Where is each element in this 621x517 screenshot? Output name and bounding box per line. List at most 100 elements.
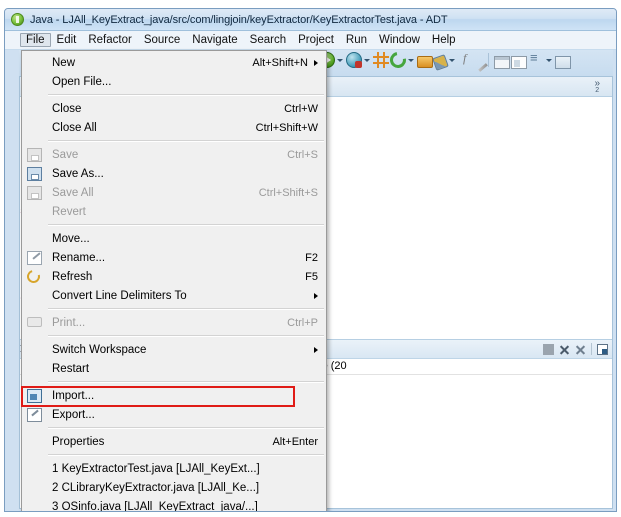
menu-item-label: Convert Line Delimiters To [52,289,187,302]
menu-item-shortcut: Ctrl+W [284,102,318,115]
search-dropdown-arrow-icon[interactable] [448,52,457,68]
menubar-item-search[interactable]: Search [244,33,292,47]
application-window: Java - LJAll_KeyExtract_java/src/com/lin… [4,8,617,512]
menubar-item-navigate[interactable]: Navigate [186,33,243,47]
skip-breakpoints-icon[interactable] [528,50,544,68]
rename-icon [27,251,42,265]
next-annotation-icon[interactable] [478,62,488,72]
menu-item-refresh[interactable]: Refresh F5 [22,267,326,286]
menu-item-save-as[interactable]: Save As... [22,164,326,183]
menubar-item-file[interactable]: File [20,33,51,47]
menubar-item-refactor[interactable]: Refactor [82,33,137,47]
export-icon [27,408,42,422]
menubar-item-source[interactable]: Source [138,33,186,47]
menu-item-save-all: Save All Ctrl+Shift+S [22,183,326,202]
menu-item-label: Save All [52,186,94,199]
menu-item-label: Import... [52,389,95,402]
perspective-dropdown-arrow-icon[interactable] [545,52,554,68]
menu-item-shortcut: F5 [305,270,318,283]
menu-item-open-file[interactable]: Open File... [22,72,326,91]
menu-item-shortcut: Ctrl+Shift+S [258,186,318,199]
previous-annotation-icon[interactable] [458,51,474,68]
external-tools-dropdown-arrow-icon[interactable] [407,52,416,68]
open-console-icon[interactable] [597,343,608,355]
menu-item-import[interactable]: Import... [22,386,326,405]
menu-item-recent-file-2[interactable]: 2 CLibraryKeyExtractor.java [LJAll_Ke...… [22,478,326,497]
menu-separator [48,308,324,310]
menu-item-revert: Revert [22,202,326,221]
search-icon[interactable] [432,53,449,71]
menu-item-label: Restart [52,362,90,375]
menu-item-label: Properties [52,435,105,448]
toolbar-icon-group [319,48,571,72]
editor-tab-overflow-button[interactable]: » 2 [594,77,600,94]
menu-item-shortcut: Ctrl+Shift+W [255,121,318,134]
chevron-double-right-icon: » [594,77,600,89]
window-title: Java - LJAll_KeyExtract_java/src/com/lin… [30,13,448,26]
menubar-item-run[interactable]: Run [340,33,373,47]
submenu-arrow-icon [314,59,318,66]
menubar-item-project[interactable]: Project [292,33,340,47]
menu-item-shortcut: F2 [305,251,318,264]
menu-item-label: Close All [52,121,97,134]
open-type-icon[interactable] [373,52,389,68]
menu-separator [48,381,324,383]
menu-item-switch-workspace[interactable]: Switch Workspace [22,340,326,359]
editor-tab-overflow-count: 2 [595,86,600,94]
remove-all-terminated-icon[interactable] [575,344,586,355]
menu-item-label: 3 OSinfo.java [LJAll_KeyExtract_java/...… [52,500,258,512]
console-toolbar-separator [591,343,592,355]
debug-icon[interactable] [346,52,362,68]
external-tools-icon[interactable] [386,48,410,72]
menu-item-close[interactable]: Close Ctrl+W [22,99,326,118]
toggle-mark-occurrences-icon[interactable] [494,55,510,69]
menubar-item-window[interactable]: Window [373,33,426,47]
menu-item-shortcut: Ctrl+P [287,316,318,329]
menu-item-shortcut: Alt+Enter [272,435,318,448]
menu-item-label: Revert [52,205,86,218]
menu-item-restart[interactable]: Restart [22,359,326,378]
run-dropdown-arrow-icon[interactable] [336,52,345,68]
menu-item-label: New [52,56,76,69]
menu-item-close-all[interactable]: Close All Ctrl+Shift+W [22,118,326,137]
submenu-arrow-icon [314,346,318,353]
submenu-arrow-icon [314,292,318,299]
remove-launch-icon[interactable] [559,344,570,355]
menu-item-label: Switch Workspace [52,343,147,356]
menu-item-save: Save Ctrl+S [22,145,326,164]
menubar-item-edit[interactable]: Edit [51,33,83,47]
show-whitespace-icon[interactable] [511,55,527,69]
menu-item-properties[interactable]: Properties Alt+Enter [22,432,326,451]
menu-item-export[interactable]: Export... [22,405,326,424]
open-perspective-icon[interactable] [555,55,571,69]
save-icon [27,148,42,162]
menu-item-recent-file-1[interactable]: 1 KeyExtractorTest.java [LJAll_KeyExt...… [22,459,326,478]
menu-item-label: Open File... [52,75,112,88]
toolbar-separator [488,53,491,67]
menu-separator [48,335,324,337]
menu-separator [48,454,324,456]
menu-item-move[interactable]: Move... [22,229,326,248]
file-menu-dropdown[interactable]: New Alt+Shift+N Open File... Close Ctrl+… [21,50,327,512]
menu-item-label: Close [52,102,82,115]
menu-item-shortcut: Alt+Shift+N [252,56,308,69]
menu-separator [48,427,324,429]
menu-item-shortcut: Ctrl+S [287,148,318,161]
eclipse-adt-screenshot: Java - LJAll_KeyExtract_java/src/com/lin… [0,0,621,517]
menu-item-new[interactable]: New Alt+Shift+N [22,53,326,72]
menu-item-rename[interactable]: Rename... F2 [22,248,326,267]
new-java-package-icon[interactable] [417,56,433,68]
menubar-item-help[interactable]: Help [426,33,462,47]
menu-separator [48,140,324,142]
java-file-icon [19,81,20,92]
terminate-icon[interactable] [543,343,554,355]
menu-item-label: 1 KeyExtractorTest.java [LJAll_KeyExt...… [52,462,260,475]
print-icon [27,317,42,327]
debug-dropdown-arrow-icon[interactable] [363,52,372,68]
menu-item-convert-line-delimiters-to[interactable]: Convert Line Delimiters To [22,286,326,305]
import-icon [27,389,42,403]
menu-bar[interactable]: File Edit Refactor Source Navigate Searc… [5,31,616,50]
menu-item-print: Print... Ctrl+P [22,313,326,332]
menu-item-recent-file-3[interactable]: 3 OSinfo.java [LJAll_KeyExtract_java/...… [22,497,326,512]
menu-separator [48,224,324,226]
